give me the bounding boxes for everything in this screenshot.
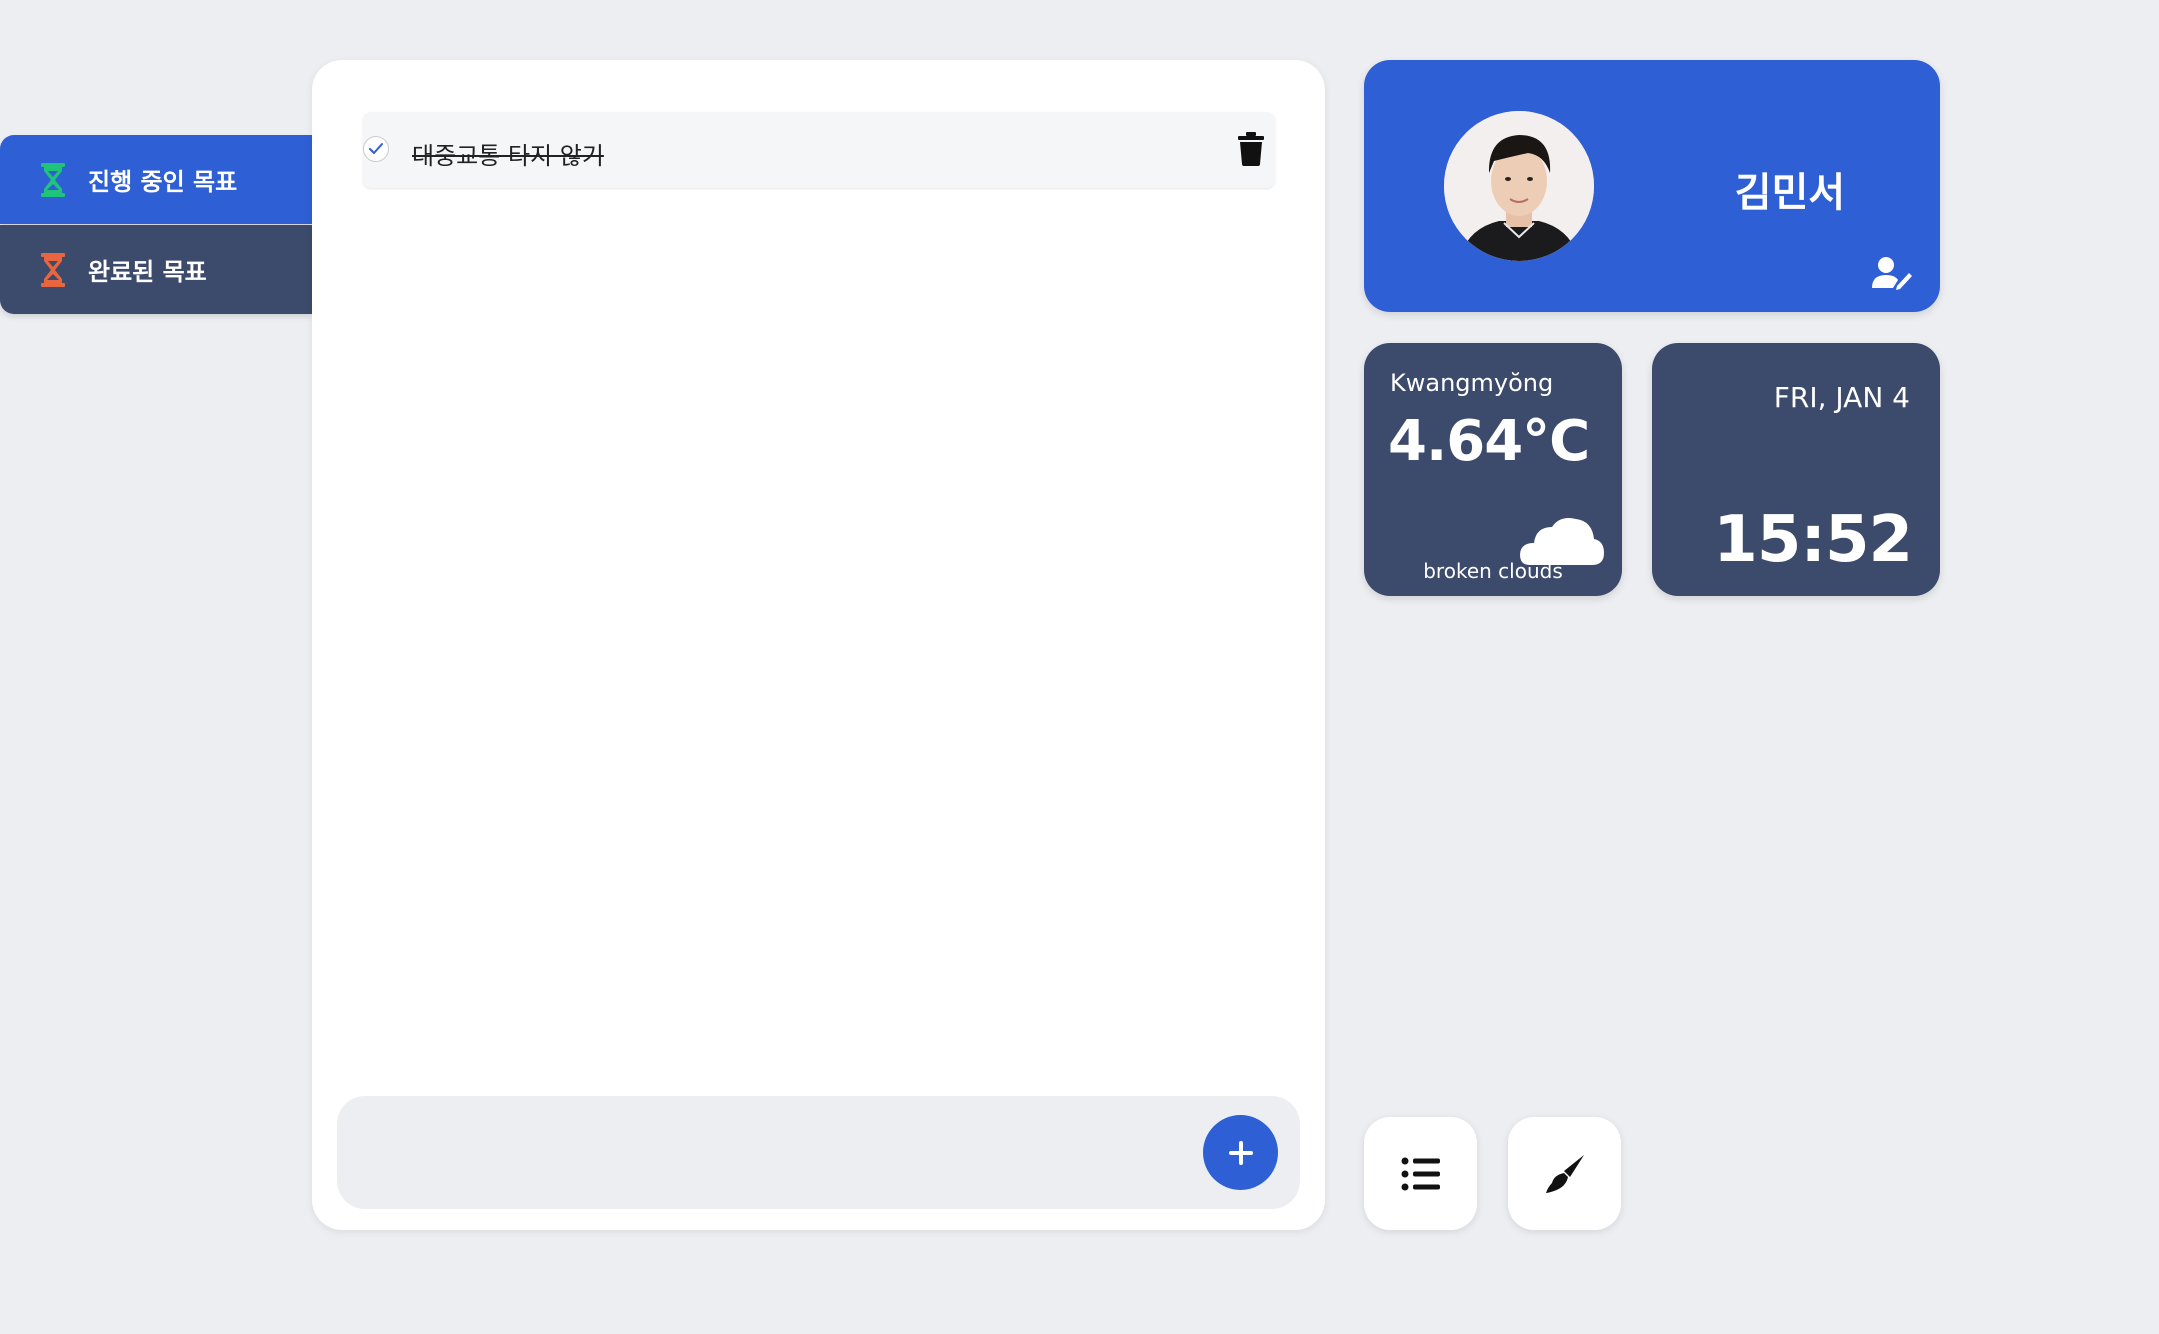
clock-time: 15:52 xyxy=(1713,503,1913,577)
todo-complete-checkbox[interactable] xyxy=(363,136,389,162)
avatar xyxy=(1444,111,1594,261)
user-edit-icon[interactable] xyxy=(1871,256,1913,290)
theme-brush-button[interactable] xyxy=(1508,1117,1621,1230)
hourglass-icon xyxy=(40,162,70,198)
todo-text: 대중교통 타지 않기 xyxy=(412,142,604,170)
todo-panel: 대중교통 타지 않기 xyxy=(312,60,1325,1230)
weather-temperature: 4.64°C xyxy=(1388,409,1590,474)
hourglass-icon xyxy=(40,252,70,288)
paintbrush-icon xyxy=(1545,1154,1584,1193)
profile-card: 김민서 xyxy=(1364,60,1940,312)
list-view-button[interactable] xyxy=(1364,1117,1477,1230)
add-todo-bar xyxy=(337,1096,1300,1209)
add-todo-input[interactable] xyxy=(367,1126,1171,1180)
weather-widget: Kwangmyŏng 4.64°C broken clouds xyxy=(1364,343,1622,596)
trash-icon[interactable] xyxy=(1237,132,1265,166)
weather-description: broken clouds xyxy=(1423,559,1563,583)
clock-widget: FRI, JAN 4 15:52 xyxy=(1652,343,1940,596)
check-icon xyxy=(369,143,383,154)
list-icon xyxy=(1401,1157,1440,1190)
profile-name: 김민서 xyxy=(1734,170,1846,216)
clock-date: FRI, JAN 4 xyxy=(1773,381,1910,414)
weather-city: Kwangmyŏng xyxy=(1390,369,1554,397)
todo-item: 대중교통 타지 않기 xyxy=(363,112,1275,188)
add-todo-button[interactable] xyxy=(1203,1115,1278,1190)
plus-icon xyxy=(1228,1140,1253,1165)
sidebar-item-label: 완료된 목표 xyxy=(88,258,207,286)
sidebar-item-completed[interactable]: 완료된 목표 xyxy=(0,225,312,314)
sidebar-item-in-progress[interactable]: 진행 중인 목표 xyxy=(0,135,312,224)
sidebar-item-label: 진행 중인 목표 xyxy=(88,168,238,196)
